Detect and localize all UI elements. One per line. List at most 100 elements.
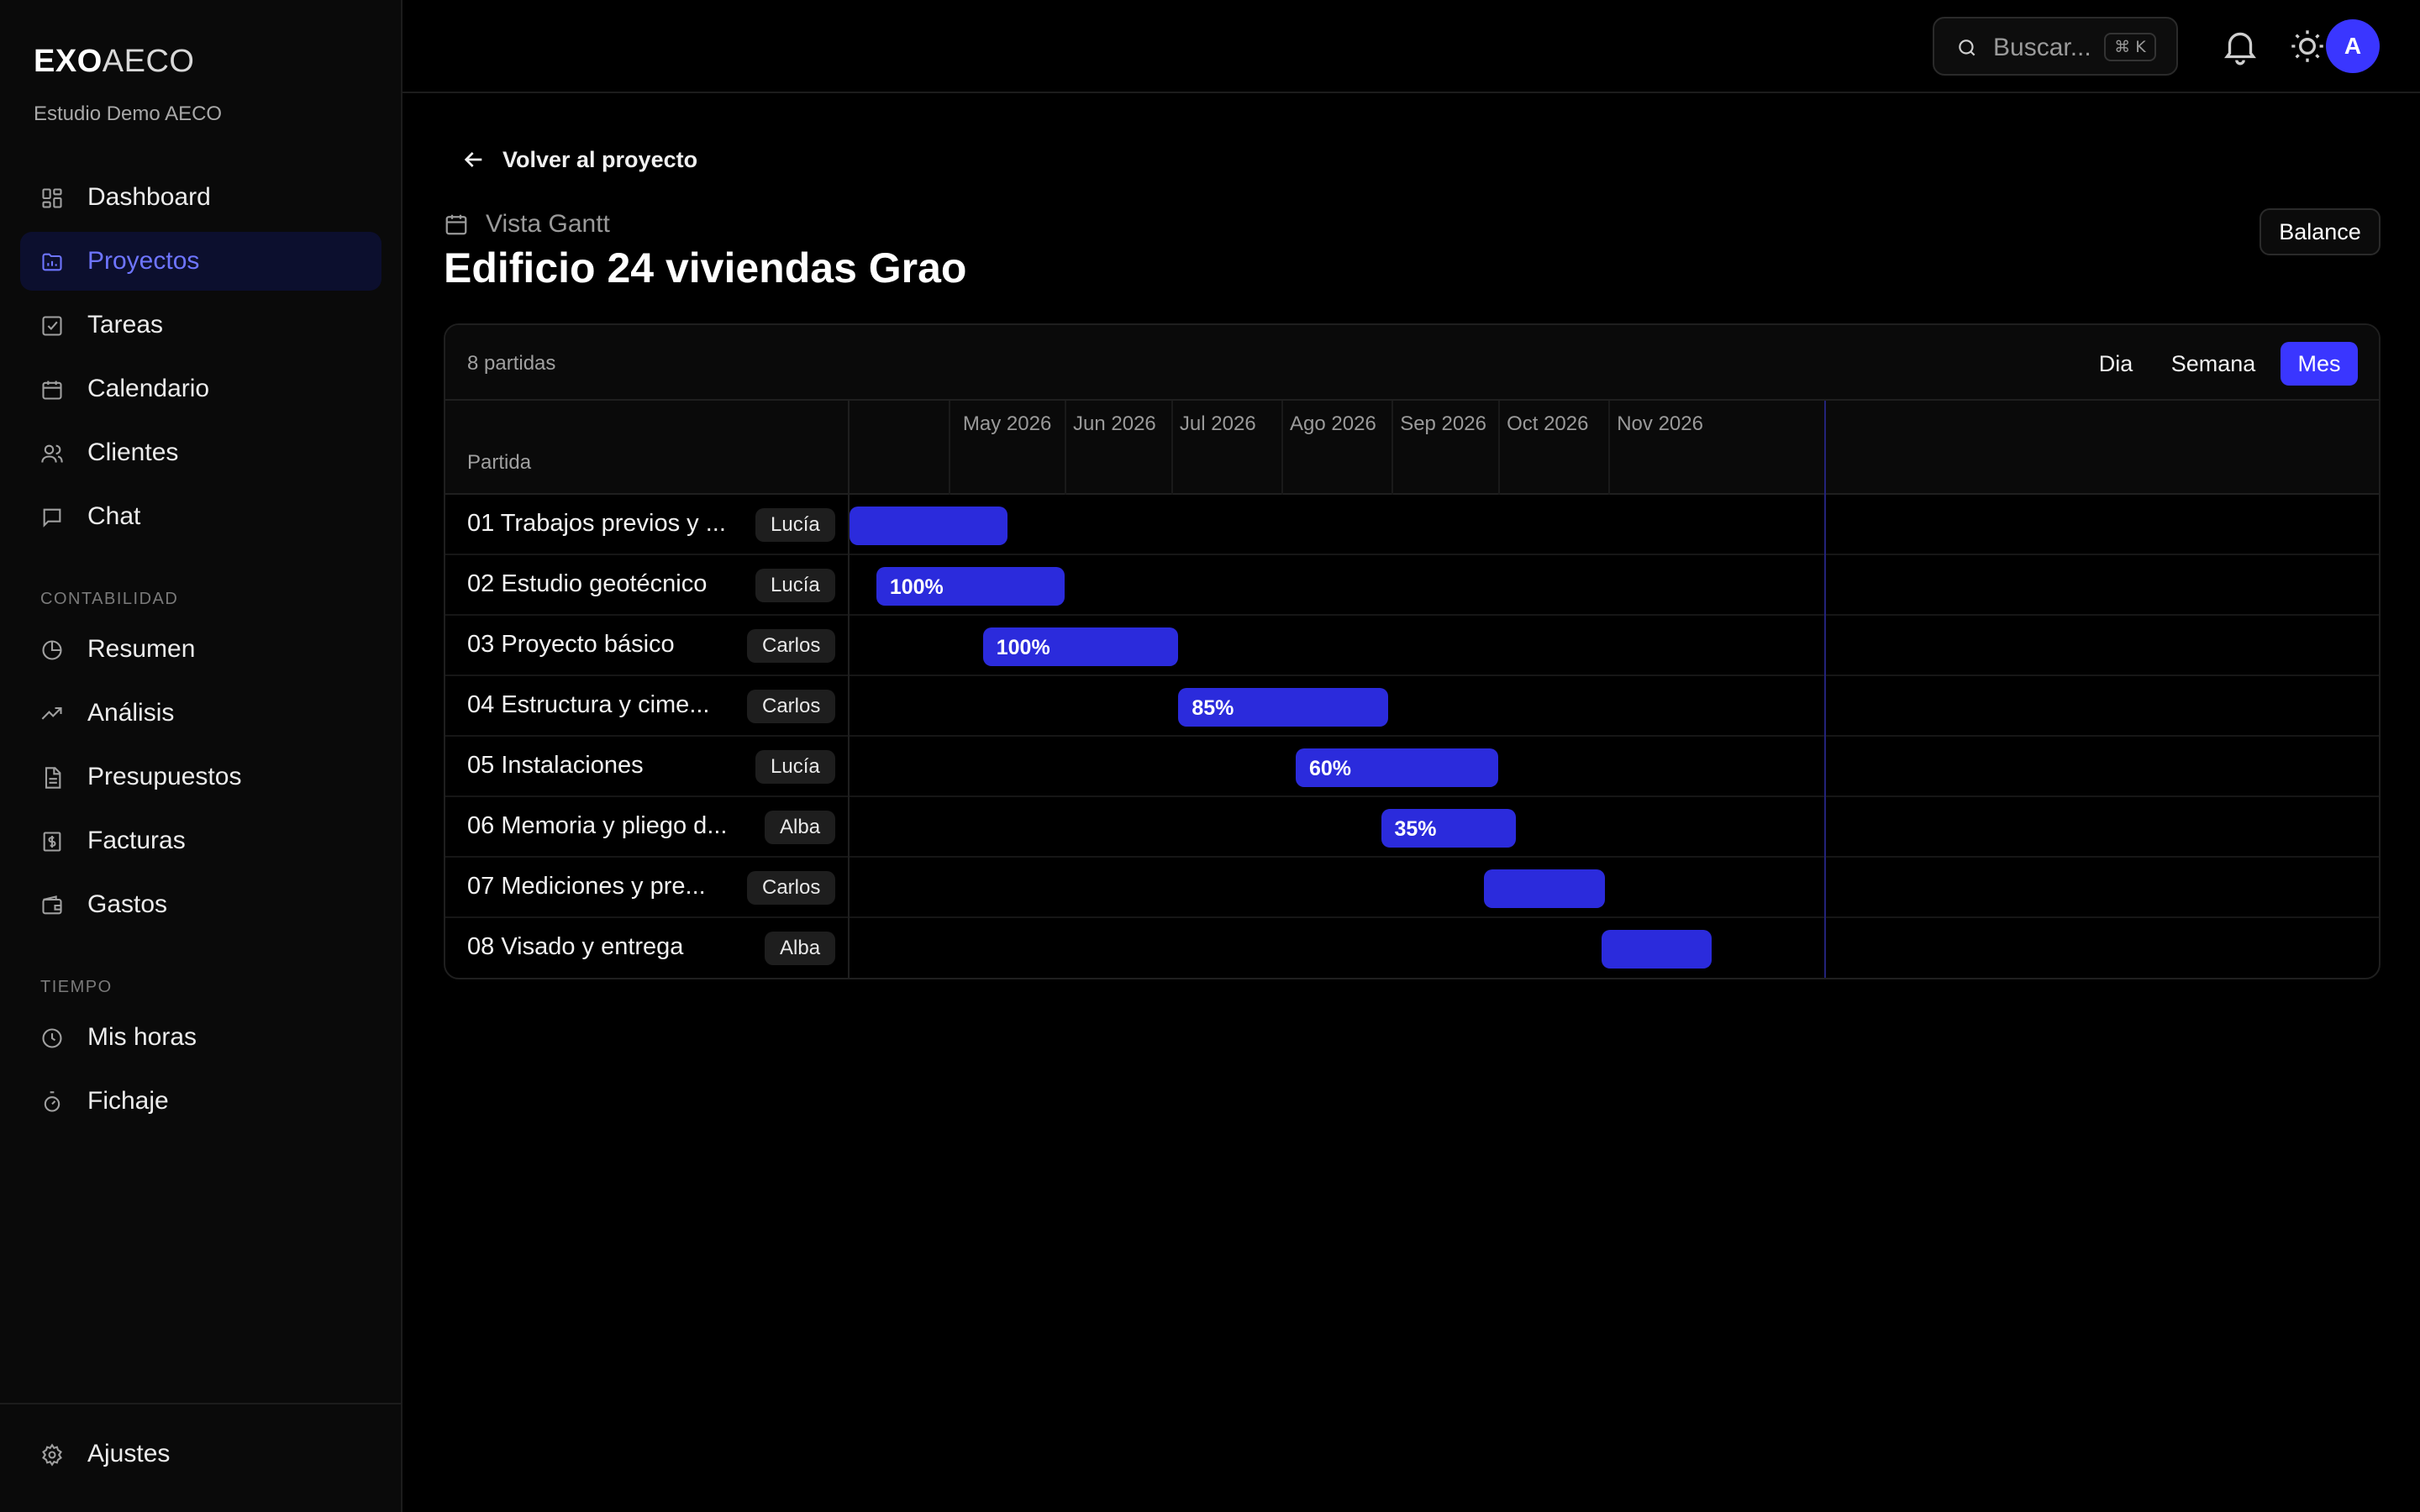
section-label-tiempo: TIEMPO [40,978,113,996]
search-icon [1959,39,1975,56]
task-progress-label: 100% [996,636,1050,659]
checkbox-icon [42,316,62,336]
sidebar-item-facturas[interactable]: Facturas [20,811,381,870]
sidebar-item-label: Facturas [87,827,186,854]
user-avatar[interactable]: A [2326,19,2380,73]
gantt-row[interactable]: 03 Proyecto básico Carlos 100% [445,616,2379,676]
month-gridline [1392,401,1394,495]
assignee-badge: Lucía [755,569,835,602]
column-header-partida: Partida [467,451,532,474]
assignee-badge: Alba [765,932,836,965]
logo-light: AECO [102,44,195,79]
gantt-row[interactable]: 08 Visado y entrega Alba [445,918,2379,978]
sidebar-item-tareas[interactable]: Tareas [20,296,381,354]
month-label: Jun 2026 [1073,412,1156,435]
calendar-icon [42,381,62,400]
sidebar-item-presupuestos[interactable]: Presupuestos [20,748,381,806]
sidebar-item-clientes[interactable]: Clientes [20,423,381,482]
back-to-project-link[interactable]: Volver al proyecto [460,143,697,176]
assignee-badge: Lucía [755,508,835,542]
search-input[interactable]: Buscar... ⌘ K [1933,17,2178,76]
sidebar-item-label: Chat [87,502,141,530]
gantt-row[interactable]: 06 Memoria y pliego d... Alba 35% [445,797,2379,858]
theme-toggle-button[interactable] [2286,25,2328,67]
sidebar-item-calendario[interactable]: Calendario [20,360,381,418]
view-month-button[interactable]: Mes [2281,342,2358,386]
sidebar-item-label: Tareas [87,311,164,339]
task-bar[interactable]: 60% [1295,748,1499,787]
gantt-row[interactable]: 01 Trabajos previos y ... Lucía [445,495,2379,555]
gantt-row[interactable]: 04 Estructura y cime... Carlos 85% [445,676,2379,737]
assignee-badge: Carlos [747,629,836,663]
bell-icon [2224,32,2256,66]
sidebar-item-label: Mis horas [87,1023,197,1051]
gantt-row[interactable]: 07 Mediciones y pre... Carlos [445,858,2379,918]
task-bar[interactable] [1484,869,1605,908]
sidebar-item-mis-horas[interactable]: Mis horas [20,1008,381,1067]
chat-icon [43,508,61,528]
folder-chart-icon [42,253,62,271]
invoice-icon [43,832,61,852]
grid-icon [42,188,62,208]
page-title: Edificio 24 viviendas Grao [444,244,967,291]
sidebar-item-label: Fichaje [87,1087,169,1115]
sidebar-item-chat[interactable]: Chat [20,487,381,546]
month-label: Nov 2026 [1617,412,1703,435]
sidebar-footer: Ajustes [0,1403,402,1467]
logo-bold: EXO [34,44,103,79]
tasks-count: 8 partidas [467,352,556,375]
column-divider [848,401,850,978]
sun-icon [2291,30,2323,62]
arrow-left-icon [464,152,482,167]
pie-icon [42,640,62,660]
app-logo[interactable]: EXOAECO [34,44,194,80]
search-shortcut: ⌘ K [2104,33,2156,61]
task-bar[interactable]: 35% [1381,809,1517,848]
document-icon [45,767,61,789]
sidebar-item-label: Ajustes [87,1440,171,1467]
view-label: Vista Gantt [444,210,610,239]
month-label: Sep 2026 [1400,412,1486,435]
assignee-badge: Carlos [747,871,836,905]
month-gridline [1608,401,1611,495]
sidebar-item-resumen[interactable]: Resumen [20,620,381,679]
balance-button[interactable]: Balance [2260,208,2381,255]
task-bar[interactable]: 85% [1178,688,1388,727]
back-label: Volver al proyecto [502,146,698,172]
sidebar-item-proyectos[interactable]: Proyectos [20,232,381,291]
sidebar-item-label: Presupuestos [87,763,242,790]
gantt-toolbar: 8 partidas Dia Semana Mes [445,325,2379,401]
sidebar-item-ajustes[interactable]: Ajustes [20,1425,381,1483]
task-bar[interactable]: 100% [876,567,1065,606]
task-bar[interactable] [1601,930,1712,969]
gantt-card: 8 partidas Dia Semana Mes Partida May 20… [444,323,2381,979]
users-icon [41,444,63,463]
today-marker [1824,401,1826,978]
topbar: Buscar... ⌘ K A [402,0,2420,93]
notifications-button[interactable] [2219,25,2261,67]
task-progress-label: 60% [1308,757,1352,780]
sidebar-item-label: Clientes [87,438,179,466]
sidebar-item-gastos[interactable]: Gastos [20,875,381,934]
view-week-button[interactable]: Semana [2163,342,2264,386]
sidebar-item-fichaje[interactable]: Fichaje [20,1072,381,1131]
view-label-text: Vista Gantt [486,210,610,238]
sidebar-item-dashboard[interactable]: Dashboard [20,168,381,227]
task-bar[interactable] [850,507,1008,545]
task-progress-label: 100% [889,575,944,599]
task-name: 05 Instalaciones [467,752,644,779]
clock-icon [42,1028,62,1048]
task-progress-label: 85% [1192,696,1234,720]
month-gridline [1171,401,1173,495]
sidebar-item-analisis[interactable]: Análisis [20,684,381,743]
section-label-contabilidad: CONTABILIDAD [40,590,179,608]
task-bar[interactable]: 100% [982,627,1179,666]
calendar-icon [445,214,467,235]
month-gridline [1281,401,1284,495]
gantt-row[interactable]: 05 Instalaciones Lucía 60% [445,737,2379,797]
gantt-row[interactable]: 02 Estudio geotécnico Lucía 100% [445,555,2379,616]
view-day-button[interactable]: Dia [2088,342,2144,386]
month-label: May 2026 [962,412,1052,435]
month-label: Ago 2026 [1290,412,1376,435]
month-label: Oct 2026 [1507,412,1589,435]
